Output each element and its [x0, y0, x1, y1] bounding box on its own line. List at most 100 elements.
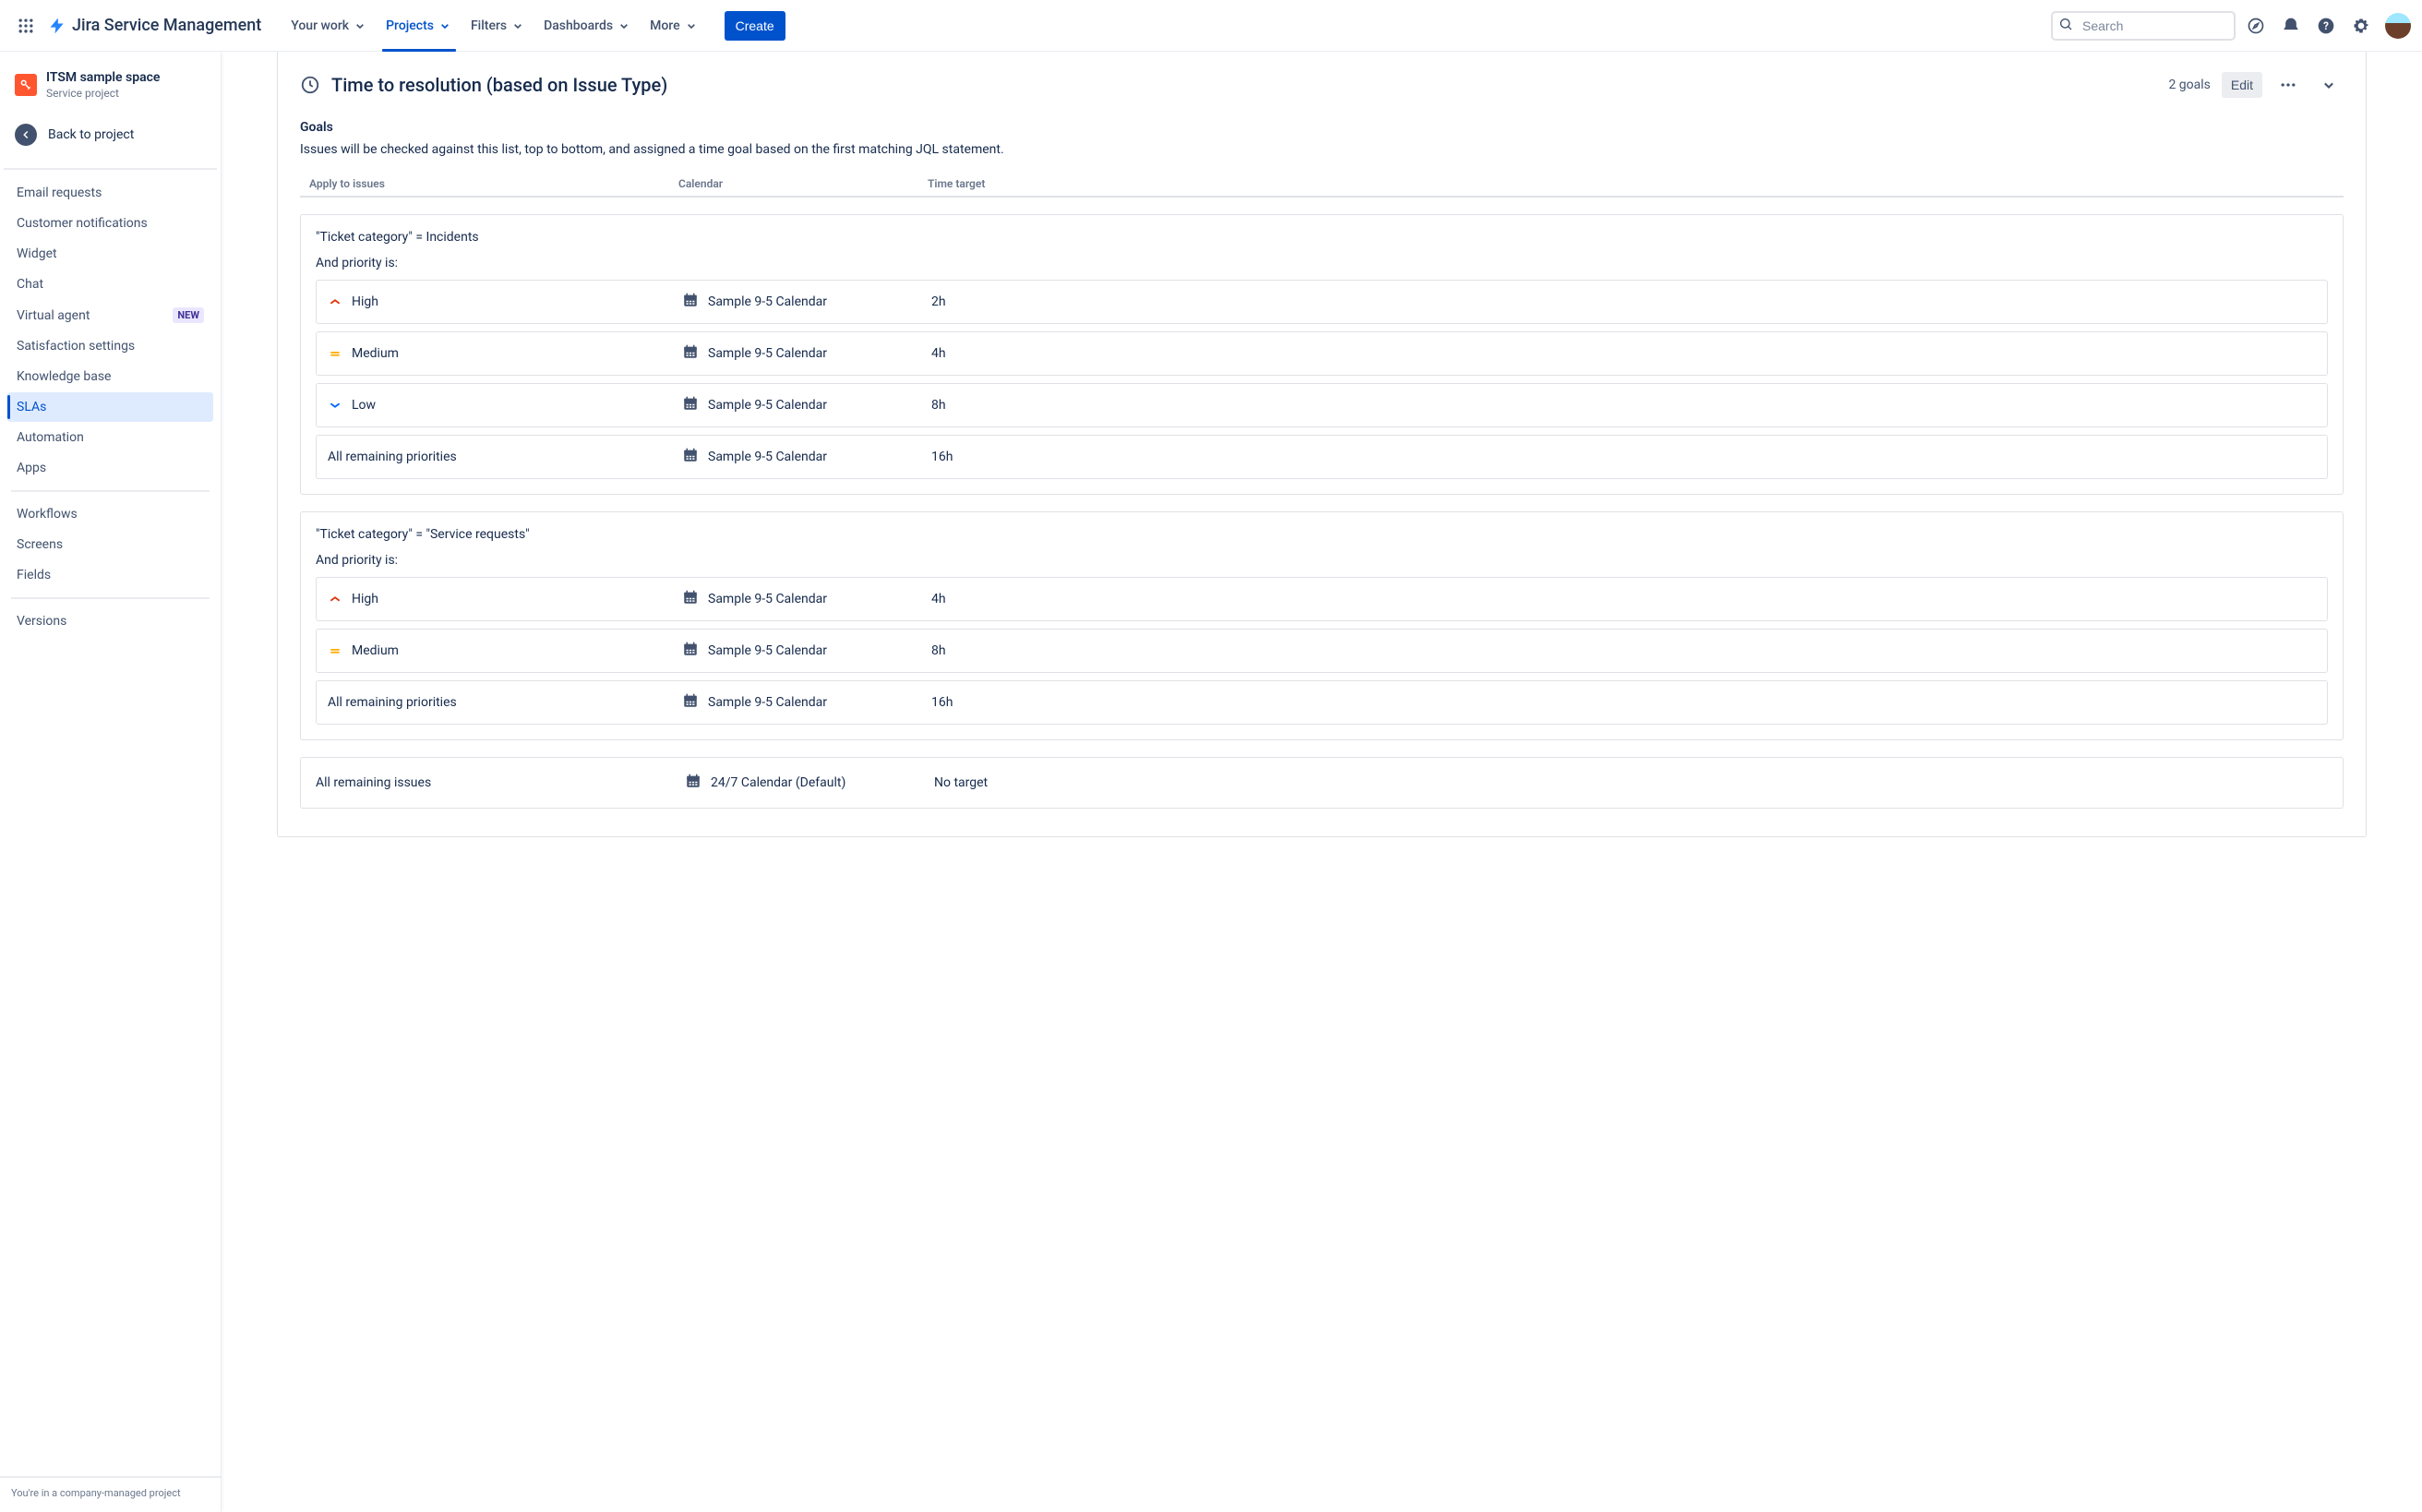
nav-your-work[interactable]: Your work	[283, 0, 375, 52]
calendar-name: Sample 9-5 Calendar	[708, 398, 827, 413]
chevron-down-icon	[438, 18, 452, 33]
nav-label: More	[650, 18, 680, 33]
collapse-icon[interactable]	[2314, 70, 2344, 100]
time-target: 16h	[931, 695, 2316, 710]
priority-label: All remaining priorities	[328, 450, 457, 464]
clock-icon	[300, 75, 320, 95]
top-nav: Jira Service Management Your workProject…	[0, 0, 2422, 52]
divider	[11, 597, 210, 599]
nav-projects[interactable]: Projects	[378, 0, 460, 52]
sidebar-item-automation[interactable]: Automation	[7, 423, 213, 452]
priority-label: Medium	[352, 643, 399, 658]
calendar-icon	[682, 343, 699, 364]
sidebar-item-satisfaction-settings[interactable]: Satisfaction settings	[7, 331, 213, 361]
product-name: Jira Service Management	[72, 16, 261, 35]
edit-button[interactable]: Edit	[2222, 72, 2262, 98]
svg-text:?: ?	[2323, 19, 2329, 32]
sidebar-item-knowledge-base[interactable]: Knowledge base	[7, 362, 213, 391]
sidebar-item-label: Apps	[17, 461, 46, 475]
calendar-icon	[685, 773, 701, 793]
sidebar-item-email-requests[interactable]: Email requests	[7, 178, 213, 208]
calendar-name: Sample 9-5 Calendar	[708, 643, 827, 658]
sidebar-item-apps[interactable]: Apps	[7, 453, 213, 483]
product-logo[interactable]: Jira Service Management	[48, 16, 261, 35]
project-name: ITSM sample space	[46, 70, 160, 85]
new-badge: NEW	[173, 307, 204, 323]
notifications-icon[interactable]	[2276, 11, 2306, 41]
sidebar-item-label: Knowledge base	[17, 369, 111, 384]
more-actions-icon[interactable]	[2273, 70, 2303, 100]
calendar-icon	[682, 395, 699, 415]
sidebar-item-workflows[interactable]: Workflows	[7, 499, 213, 529]
priority-label: High	[352, 294, 378, 309]
nav-label: Dashboards	[544, 18, 613, 33]
nav-dashboards[interactable]: Dashboards	[536, 0, 639, 52]
back-arrow-icon	[15, 124, 37, 146]
calendar-icon	[682, 692, 699, 713]
divider	[4, 168, 217, 170]
sidebar-item-widget[interactable]: Widget	[7, 239, 213, 269]
goal-jql: "Ticket category" = Incidents	[316, 230, 2328, 245]
back-to-project[interactable]: Back to project	[0, 116, 221, 153]
sidebar-item-label: Chat	[17, 277, 43, 292]
sidebar-item-label: Screens	[17, 537, 63, 552]
goal-jql: "Ticket category" = "Service requests"	[316, 527, 2328, 542]
chevron-down-icon	[617, 18, 631, 33]
calendar-name: Sample 9-5 Calendar	[708, 450, 827, 464]
goal-group: All remaining issues24/7 Calendar (Defau…	[300, 757, 2344, 809]
sidebar-item-label: Automation	[17, 430, 84, 445]
goal-group: "Ticket category" = Incidents And priorit…	[300, 214, 2344, 495]
sidebar-item-chat[interactable]: Chat	[7, 270, 213, 299]
sidebar-item-virtual-agent[interactable]: Virtual agentNEW	[7, 300, 213, 330]
priority-high-icon	[328, 592, 342, 606]
sidebar-item-label: Widget	[17, 246, 57, 261]
sidebar-item-screens[interactable]: Screens	[7, 530, 213, 559]
search-input[interactable]	[2051, 11, 2236, 41]
sidebar-item-label: Customer notifications	[17, 216, 148, 231]
sla-title: Time to resolution (based on Issue Type)	[331, 74, 667, 96]
sidebar-item-versions[interactable]: Versions	[7, 606, 213, 636]
time-target: No target	[934, 775, 988, 790]
goal-row[interactable]: MediumSample 9-5 Calendar4h	[316, 331, 2328, 376]
sidebar-item-fields[interactable]: Fields	[7, 560, 213, 590]
goal-row[interactable]: Medium Sample 9-5 Calendar 8h	[316, 629, 2328, 673]
sidebar-item-customer-notifications[interactable]: Customer notifications	[7, 209, 213, 238]
time-target: 8h	[931, 643, 2316, 658]
time-target: 4h	[931, 592, 2316, 606]
chevron-down-icon	[684, 18, 699, 33]
priority-label: High	[352, 592, 378, 606]
help-icon[interactable]: ?	[2311, 11, 2341, 41]
lightning-icon	[48, 17, 66, 35]
nav-filters[interactable]: Filters	[463, 0, 533, 52]
app-switcher-icon[interactable]	[11, 11, 41, 41]
time-target: 4h	[931, 346, 2316, 361]
goal-subheading: And priority is:	[316, 256, 2328, 270]
time-target: 2h	[931, 294, 2316, 309]
calendar-icon	[682, 589, 699, 609]
goal-row[interactable]: All remaining prioritiesSample 9-5 Calen…	[316, 680, 2328, 725]
calendar-name: 24/7 Calendar (Default)	[711, 775, 845, 790]
priority-label: Low	[352, 398, 376, 413]
create-button[interactable]: Create	[725, 11, 785, 41]
nav-more[interactable]: More	[642, 0, 706, 52]
goal-group: "Ticket category" = "Service requests"An…	[300, 511, 2344, 740]
chevron-down-icon	[510, 18, 525, 33]
priority-medium-icon	[328, 643, 342, 658]
sidebar: ITSM sample space Service project Back t…	[0, 52, 222, 1512]
settings-icon[interactable]	[2346, 11, 2376, 41]
goal-row[interactable]: LowSample 9-5 Calendar8h	[316, 383, 2328, 427]
avatar[interactable]	[2385, 13, 2411, 39]
project-type: Service project	[46, 87, 160, 100]
goal-row[interactable]: HighSample 9-5 Calendar4h	[316, 577, 2328, 621]
sidebar-item-slas[interactable]: SLAs	[7, 392, 213, 422]
discover-icon[interactable]	[2241, 11, 2271, 41]
search-icon	[2058, 17, 2073, 35]
goal-row[interactable]: HighSample 9-5 Calendar2h	[316, 280, 2328, 324]
time-target: 16h	[931, 450, 2316, 464]
sidebar-item-label: Workflows	[17, 507, 78, 522]
main-content: Time to resolution (based on Issue Type)…	[222, 52, 2422, 1512]
priority-label: All remaining priorities	[328, 695, 457, 710]
goal-row[interactable]: All remaining priorities Sample 9-5 Calen…	[316, 435, 2328, 479]
project-header[interactable]: ITSM sample space Service project	[0, 70, 221, 116]
calendar-icon	[682, 641, 699, 661]
